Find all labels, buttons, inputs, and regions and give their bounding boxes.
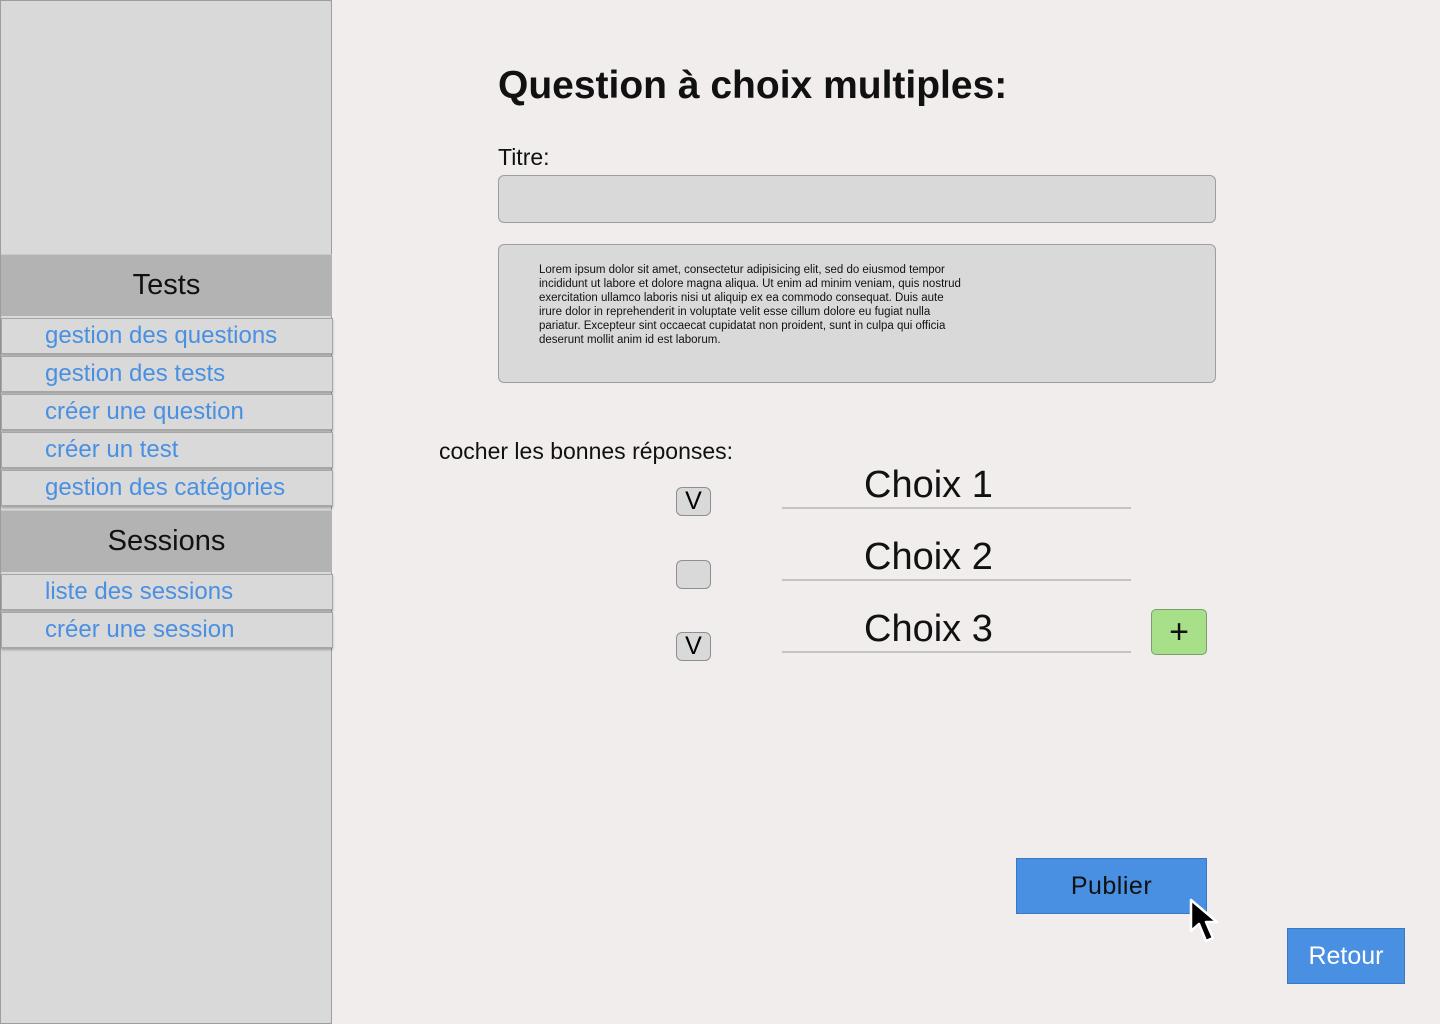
sidebar-item-creer-test[interactable]: créer un test bbox=[1, 432, 333, 468]
sidebar-item-gestion-tests[interactable]: gestion des tests bbox=[1, 356, 333, 392]
sidebar: Tests gestion des questions gestion des … bbox=[0, 0, 333, 1024]
add-choice-button[interactable]: + bbox=[1151, 609, 1207, 655]
check-instruction: cocher les bonnes réponses: bbox=[439, 438, 734, 464]
arrow-cursor-icon bbox=[1189, 898, 1219, 943]
title-label: Titre: bbox=[498, 144, 550, 170]
sidebar-item-gestion-categories[interactable]: gestion des catégories bbox=[1, 470, 333, 506]
section-header-sessions: Sessions bbox=[1, 510, 332, 572]
sidebar-item-liste-sessions[interactable]: liste des sessions bbox=[1, 574, 333, 610]
section-header-tests: Tests bbox=[1, 254, 332, 316]
choice-2-checkbox[interactable] bbox=[676, 560, 711, 589]
choice-1-checkbox[interactable]: V bbox=[676, 487, 711, 516]
title-input[interactable] bbox=[498, 175, 1216, 223]
description-field[interactable]: Lorem ipsum dolor sit amet, consectetur … bbox=[498, 244, 1216, 383]
choice-2-input[interactable]: Choix 2 bbox=[782, 537, 1131, 581]
sidebar-item-creer-session[interactable]: créer une session bbox=[1, 612, 333, 648]
description-text: Lorem ipsum dolor sit amet, consectetur … bbox=[539, 264, 961, 346]
publish-button[interactable]: Publier bbox=[1016, 858, 1207, 914]
page-title: Question à choix multiples: bbox=[498, 64, 1008, 107]
back-button[interactable]: Retour bbox=[1287, 928, 1405, 984]
sidebar-item-gestion-questions[interactable]: gestion des questions bbox=[1, 318, 333, 354]
choice-1-input[interactable]: Choix 1 bbox=[782, 465, 1131, 509]
choice-3-input[interactable]: Choix 3 bbox=[782, 609, 1131, 653]
plus-icon: + bbox=[1169, 612, 1189, 651]
choice-3-checkbox[interactable]: V bbox=[676, 632, 711, 661]
sidebar-item-creer-question[interactable]: créer une question bbox=[1, 394, 333, 430]
